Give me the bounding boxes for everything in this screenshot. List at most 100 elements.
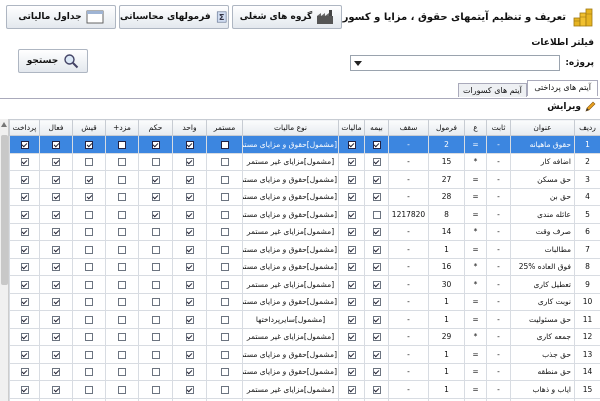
payment-checkbox[interactable]: [21, 263, 29, 271]
unit-checkbox[interactable]: [186, 158, 194, 166]
tab-payments[interactable]: آیتم های پرداختی: [527, 80, 598, 96]
tax-checkbox[interactable]: [348, 351, 356, 359]
insurance-checkbox[interactable]: [373, 158, 381, 166]
unit-checkbox[interactable]: [186, 246, 194, 254]
tax-checkbox[interactable]: [348, 333, 356, 341]
unit-checkbox[interactable]: [186, 386, 194, 394]
decree-checkbox[interactable]: [152, 263, 160, 271]
wage-checkbox[interactable]: [118, 141, 126, 149]
payment-checkbox[interactable]: [21, 333, 29, 341]
continuous-checkbox[interactable]: [221, 281, 229, 289]
insurance-checkbox[interactable]: [373, 176, 381, 184]
chevron-down-icon[interactable]: [354, 61, 362, 66]
payment-checkbox[interactable]: [21, 386, 29, 394]
active-checkbox[interactable]: [52, 281, 60, 289]
decree-checkbox[interactable]: [152, 141, 160, 149]
qish-checkbox[interactable]: [85, 211, 93, 219]
column-header-decree[interactable]: حکم: [139, 120, 173, 136]
wage-checkbox[interactable]: [118, 176, 126, 184]
insurance-checkbox[interactable]: [373, 193, 381, 201]
payment-checkbox[interactable]: [21, 211, 29, 219]
tax-checkbox[interactable]: [348, 281, 356, 289]
payment-checkbox[interactable]: [21, 141, 29, 149]
wage-checkbox[interactable]: [118, 368, 126, 376]
column-header-title[interactable]: عنوان: [511, 120, 575, 136]
active-checkbox[interactable]: [52, 263, 60, 271]
table-row[interactable]: 6صرف وقت-*14-[مشمول]مزایای غیر مستمر: [10, 223, 600, 241]
unit-checkbox[interactable]: [186, 263, 194, 271]
column-header-continuous[interactable]: مستمر: [207, 120, 243, 136]
continuous-checkbox[interactable]: [221, 263, 229, 271]
table-row[interactable]: 14حق منطقه-=1-[مشمول]حقوق و مزایای مستمر: [10, 363, 600, 381]
insurance-checkbox[interactable]: [373, 298, 381, 306]
unit-checkbox[interactable]: [186, 228, 194, 236]
qish-checkbox[interactable]: [85, 141, 93, 149]
continuous-checkbox[interactable]: [221, 333, 229, 341]
unit-checkbox[interactable]: [186, 193, 194, 201]
column-header-active[interactable]: فعال: [40, 120, 73, 136]
vertical-scrollbar[interactable]: [0, 119, 9, 401]
tax-checkbox[interactable]: [348, 158, 356, 166]
search-button[interactable]: جستجو: [18, 49, 88, 73]
active-checkbox[interactable]: [52, 333, 60, 341]
unit-checkbox[interactable]: [186, 211, 194, 219]
tax-checkbox[interactable]: [348, 263, 356, 271]
unit-checkbox[interactable]: [186, 316, 194, 324]
decree-checkbox[interactable]: [152, 158, 160, 166]
qish-checkbox[interactable]: [85, 263, 93, 271]
payment-checkbox[interactable]: [21, 158, 29, 166]
table-row[interactable]: 11حق مسئولیت-=1-[مشمول]سایرپرداختها: [10, 311, 600, 329]
table-row[interactable]: 3حق مسکن-=27-[مشمول]حقوق و مزایای مستمر: [10, 171, 600, 189]
table-row[interactable]: 7مطالبات-=1-[مشمول]حقوق و مزایای مستمر: [10, 241, 600, 259]
column-header-tax-type[interactable]: نوع مالیات: [243, 120, 339, 136]
wage-checkbox[interactable]: [118, 281, 126, 289]
tax-checkbox[interactable]: [348, 386, 356, 394]
table-row[interactable]: 13حق جذب-=1-[مشمول]حقوق و مزایای مستمر: [10, 346, 600, 364]
active-checkbox[interactable]: [52, 141, 60, 149]
active-checkbox[interactable]: [52, 211, 60, 219]
continuous-checkbox[interactable]: [221, 368, 229, 376]
decree-checkbox[interactable]: [152, 368, 160, 376]
tab-deductions[interactable]: آیتم های کسورات: [458, 83, 527, 97]
table-row[interactable]: 9تعطیل کاری-*30-[مشمول]مزایای غیر مستمر: [10, 276, 600, 294]
continuous-checkbox[interactable]: [221, 158, 229, 166]
continuous-checkbox[interactable]: [221, 351, 229, 359]
continuous-checkbox[interactable]: [221, 316, 229, 324]
qish-checkbox[interactable]: [85, 316, 93, 324]
tax-checkbox[interactable]: [348, 141, 356, 149]
table-row[interactable]: 10نوبت کاری-=1-[مشمول]حقوق و مزایای مستم…: [10, 293, 600, 311]
active-checkbox[interactable]: [52, 228, 60, 236]
active-checkbox[interactable]: [52, 351, 60, 359]
payment-checkbox[interactable]: [21, 351, 29, 359]
continuous-checkbox[interactable]: [221, 211, 229, 219]
tax-checkbox[interactable]: [348, 298, 356, 306]
wage-checkbox[interactable]: [118, 246, 126, 254]
qish-checkbox[interactable]: [85, 298, 93, 306]
wage-checkbox[interactable]: [118, 193, 126, 201]
wage-checkbox[interactable]: [118, 333, 126, 341]
qish-checkbox[interactable]: [85, 333, 93, 341]
active-checkbox[interactable]: [52, 368, 60, 376]
wage-checkbox[interactable]: [118, 211, 126, 219]
tax-checkbox[interactable]: [348, 316, 356, 324]
payment-checkbox[interactable]: [21, 228, 29, 236]
insurance-checkbox[interactable]: [373, 263, 381, 271]
wage-checkbox[interactable]: [118, 263, 126, 271]
column-header-formula[interactable]: فرمول: [429, 120, 465, 136]
continuous-checkbox[interactable]: [221, 141, 229, 149]
table-row[interactable]: 5عائله مندی-=81217820[مشمول]حقوق و مزایا…: [10, 206, 600, 224]
column-header-qish[interactable]: قیش: [73, 120, 106, 136]
tax-checkbox[interactable]: [348, 246, 356, 254]
column-header-fixed[interactable]: ثابت: [487, 120, 511, 136]
insurance-checkbox[interactable]: [373, 211, 381, 219]
decree-checkbox[interactable]: [152, 211, 160, 219]
qish-checkbox[interactable]: [85, 351, 93, 359]
wage-checkbox[interactable]: [118, 228, 126, 236]
qish-checkbox[interactable]: [85, 386, 93, 394]
column-header-payment[interactable]: پرداخت: [10, 120, 40, 136]
payment-checkbox[interactable]: [21, 176, 29, 184]
decree-checkbox[interactable]: [152, 176, 160, 184]
active-checkbox[interactable]: [52, 316, 60, 324]
decree-checkbox[interactable]: [152, 246, 160, 254]
decree-checkbox[interactable]: [152, 316, 160, 324]
